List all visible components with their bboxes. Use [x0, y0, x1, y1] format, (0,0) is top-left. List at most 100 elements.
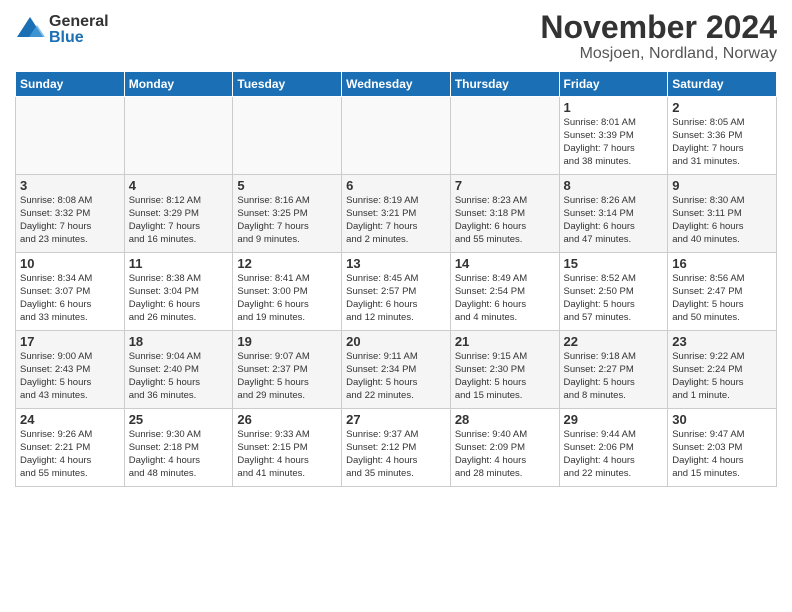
- day-info: Sunrise: 8:41 AM Sunset: 3:00 PM Dayligh…: [237, 273, 337, 324]
- day-info: Sunrise: 9:04 AM Sunset: 2:40 PM Dayligh…: [129, 351, 229, 402]
- day-number: 10: [20, 256, 120, 271]
- day-number: 16: [672, 256, 772, 271]
- calendar-cell: 21 Sunrise: 9:15 AM Sunset: 2:30 PM Dayli…: [450, 331, 559, 409]
- day-info: Sunrise: 9:07 AM Sunset: 2:37 PM Dayligh…: [237, 351, 337, 402]
- header-monday: Monday: [124, 72, 233, 97]
- calendar-body: 1 Sunrise: 8:01 AM Sunset: 3:39 PM Daylig…: [16, 97, 777, 487]
- day-info: Sunrise: 9:22 AM Sunset: 2:24 PM Dayligh…: [672, 351, 772, 402]
- day-info: Sunrise: 8:01 AM Sunset: 3:39 PM Dayligh…: [564, 117, 664, 168]
- day-info: Sunrise: 9:33 AM Sunset: 2:15 PM Dayligh…: [237, 429, 337, 480]
- day-info: Sunrise: 8:38 AM Sunset: 3:04 PM Dayligh…: [129, 273, 229, 324]
- calendar-cell: 18 Sunrise: 9:04 AM Sunset: 2:40 PM Dayli…: [124, 331, 233, 409]
- header-row: Sunday Monday Tuesday Wednesday Thursday…: [16, 72, 777, 97]
- header-tuesday: Tuesday: [233, 72, 342, 97]
- calendar-cell: [342, 97, 451, 175]
- calendar-cell: 27 Sunrise: 9:37 AM Sunset: 2:12 PM Dayli…: [342, 409, 451, 487]
- calendar-cell: 15 Sunrise: 8:52 AM Sunset: 2:50 PM Dayli…: [559, 253, 668, 331]
- day-info: Sunrise: 9:11 AM Sunset: 2:34 PM Dayligh…: [346, 351, 446, 402]
- day-info: Sunrise: 8:12 AM Sunset: 3:29 PM Dayligh…: [129, 195, 229, 246]
- day-number: 9: [672, 178, 772, 193]
- calendar-cell: 11 Sunrise: 8:38 AM Sunset: 3:04 PM Dayli…: [124, 253, 233, 331]
- day-info: Sunrise: 8:05 AM Sunset: 3:36 PM Dayligh…: [672, 117, 772, 168]
- calendar-cell: 24Sunrise: 9:26 AM Sunset: 2:21 PM Dayli…: [16, 409, 125, 487]
- day-info: Sunrise: 8:52 AM Sunset: 2:50 PM Dayligh…: [564, 273, 664, 324]
- calendar-cell: 30Sunrise: 9:47 AM Sunset: 2:03 PM Dayli…: [668, 409, 777, 487]
- day-number: 11: [129, 256, 229, 271]
- day-number: 26: [237, 412, 337, 427]
- calendar-cell: 5 Sunrise: 8:16 AM Sunset: 3:25 PM Daylig…: [233, 175, 342, 253]
- calendar-cell: 20 Sunrise: 9:11 AM Sunset: 2:34 PM Dayli…: [342, 331, 451, 409]
- header-thursday: Thursday: [450, 72, 559, 97]
- day-number: 23: [672, 334, 772, 349]
- calendar-week-2: 10 Sunrise: 8:34 AM Sunset: 3:07 PM Dayli…: [16, 253, 777, 331]
- day-info: Sunrise: 9:00 AM Sunset: 2:43 PM Dayligh…: [20, 351, 120, 402]
- day-number: 17: [20, 334, 120, 349]
- day-info: Sunrise: 8:30 AM Sunset: 3:11 PM Dayligh…: [672, 195, 772, 246]
- logo: General Blue: [15, 14, 109, 46]
- day-number: 22: [564, 334, 664, 349]
- calendar-cell: 14 Sunrise: 8:49 AM Sunset: 2:54 PM Dayli…: [450, 253, 559, 331]
- day-number: 27: [346, 412, 446, 427]
- calendar-cell: 16 Sunrise: 8:56 AM Sunset: 2:47 PM Dayli…: [668, 253, 777, 331]
- day-number: 12: [237, 256, 337, 271]
- logo-blue: Blue: [49, 30, 109, 46]
- day-info: Sunrise: 9:37 AM Sunset: 2:12 PM Dayligh…: [346, 429, 446, 480]
- day-number: 5: [237, 178, 337, 193]
- day-number: 28: [455, 412, 555, 427]
- day-info: Sunrise: 8:16 AM Sunset: 3:25 PM Dayligh…: [237, 195, 337, 246]
- calendar-week-3: 17 Sunrise: 9:00 AM Sunset: 2:43 PM Dayli…: [16, 331, 777, 409]
- day-info: Sunrise: 9:40 AM Sunset: 2:09 PM Dayligh…: [455, 429, 555, 480]
- day-number: 21: [455, 334, 555, 349]
- calendar-cell: [16, 97, 125, 175]
- calendar-cell: 3Sunrise: 8:08 AM Sunset: 3:32 PM Daylig…: [16, 175, 125, 253]
- day-info: Sunrise: 8:23 AM Sunset: 3:18 PM Dayligh…: [455, 195, 555, 246]
- calendar-cell: 2 Sunrise: 8:05 AM Sunset: 3:36 PM Daylig…: [668, 97, 777, 175]
- header: General Blue November 2024 Mosjoen, Nord…: [15, 10, 777, 63]
- day-number: 8: [564, 178, 664, 193]
- title-area: November 2024 Mosjoen, Nordland, Norway: [540, 10, 777, 63]
- day-info: Sunrise: 9:18 AM Sunset: 2:27 PM Dayligh…: [564, 351, 664, 402]
- calendar-cell: 19Sunrise: 9:07 AM Sunset: 2:37 PM Dayli…: [233, 331, 342, 409]
- header-sunday: Sunday: [16, 72, 125, 97]
- header-saturday: Saturday: [668, 72, 777, 97]
- calendar-cell: [124, 97, 233, 175]
- calendar-cell: 23 Sunrise: 9:22 AM Sunset: 2:24 PM Dayli…: [668, 331, 777, 409]
- calendar-cell: 8Sunrise: 8:26 AM Sunset: 3:14 PM Daylig…: [559, 175, 668, 253]
- day-number: 29: [564, 412, 664, 427]
- calendar-week-4: 24Sunrise: 9:26 AM Sunset: 2:21 PM Dayli…: [16, 409, 777, 487]
- month-title: November 2024: [540, 10, 777, 45]
- day-info: Sunrise: 9:30 AM Sunset: 2:18 PM Dayligh…: [129, 429, 229, 480]
- day-number: 1: [564, 100, 664, 115]
- day-number: 15: [564, 256, 664, 271]
- day-number: 6: [346, 178, 446, 193]
- calendar-week-1: 3Sunrise: 8:08 AM Sunset: 3:32 PM Daylig…: [16, 175, 777, 253]
- calendar-cell: 29Sunrise: 9:44 AM Sunset: 2:06 PM Dayli…: [559, 409, 668, 487]
- location: Mosjoen, Nordland, Norway: [540, 45, 777, 63]
- day-info: Sunrise: 9:15 AM Sunset: 2:30 PM Dayligh…: [455, 351, 555, 402]
- day-number: 2: [672, 100, 772, 115]
- day-number: 25: [129, 412, 229, 427]
- day-info: Sunrise: 8:49 AM Sunset: 2:54 PM Dayligh…: [455, 273, 555, 324]
- day-number: 13: [346, 256, 446, 271]
- day-info: Sunrise: 8:45 AM Sunset: 2:57 PM Dayligh…: [346, 273, 446, 324]
- logo-general: General: [49, 14, 109, 30]
- calendar-cell: 1 Sunrise: 8:01 AM Sunset: 3:39 PM Daylig…: [559, 97, 668, 175]
- day-info: Sunrise: 8:56 AM Sunset: 2:47 PM Dayligh…: [672, 273, 772, 324]
- day-number: 18: [129, 334, 229, 349]
- day-number: 14: [455, 256, 555, 271]
- day-number: 24: [20, 412, 120, 427]
- calendar-cell: 26 Sunrise: 9:33 AM Sunset: 2:15 PM Dayli…: [233, 409, 342, 487]
- calendar-cell: 28 Sunrise: 9:40 AM Sunset: 2:09 PM Dayli…: [450, 409, 559, 487]
- day-info: Sunrise: 8:19 AM Sunset: 3:21 PM Dayligh…: [346, 195, 446, 246]
- day-number: 20: [346, 334, 446, 349]
- header-wednesday: Wednesday: [342, 72, 451, 97]
- logo-icon: [15, 15, 45, 45]
- page: General Blue November 2024 Mosjoen, Nord…: [0, 0, 792, 612]
- calendar-cell: 22 Sunrise: 9:18 AM Sunset: 2:27 PM Dayli…: [559, 331, 668, 409]
- calendar-cell: 10 Sunrise: 8:34 AM Sunset: 3:07 PM Dayli…: [16, 253, 125, 331]
- calendar-header: Sunday Monday Tuesday Wednesday Thursday…: [16, 72, 777, 97]
- day-info: Sunrise: 9:47 AM Sunset: 2:03 PM Dayligh…: [672, 429, 772, 480]
- day-info: Sunrise: 8:34 AM Sunset: 3:07 PM Dayligh…: [20, 273, 120, 324]
- calendar-cell: [233, 97, 342, 175]
- day-info: Sunrise: 8:08 AM Sunset: 3:32 PM Dayligh…: [20, 195, 120, 246]
